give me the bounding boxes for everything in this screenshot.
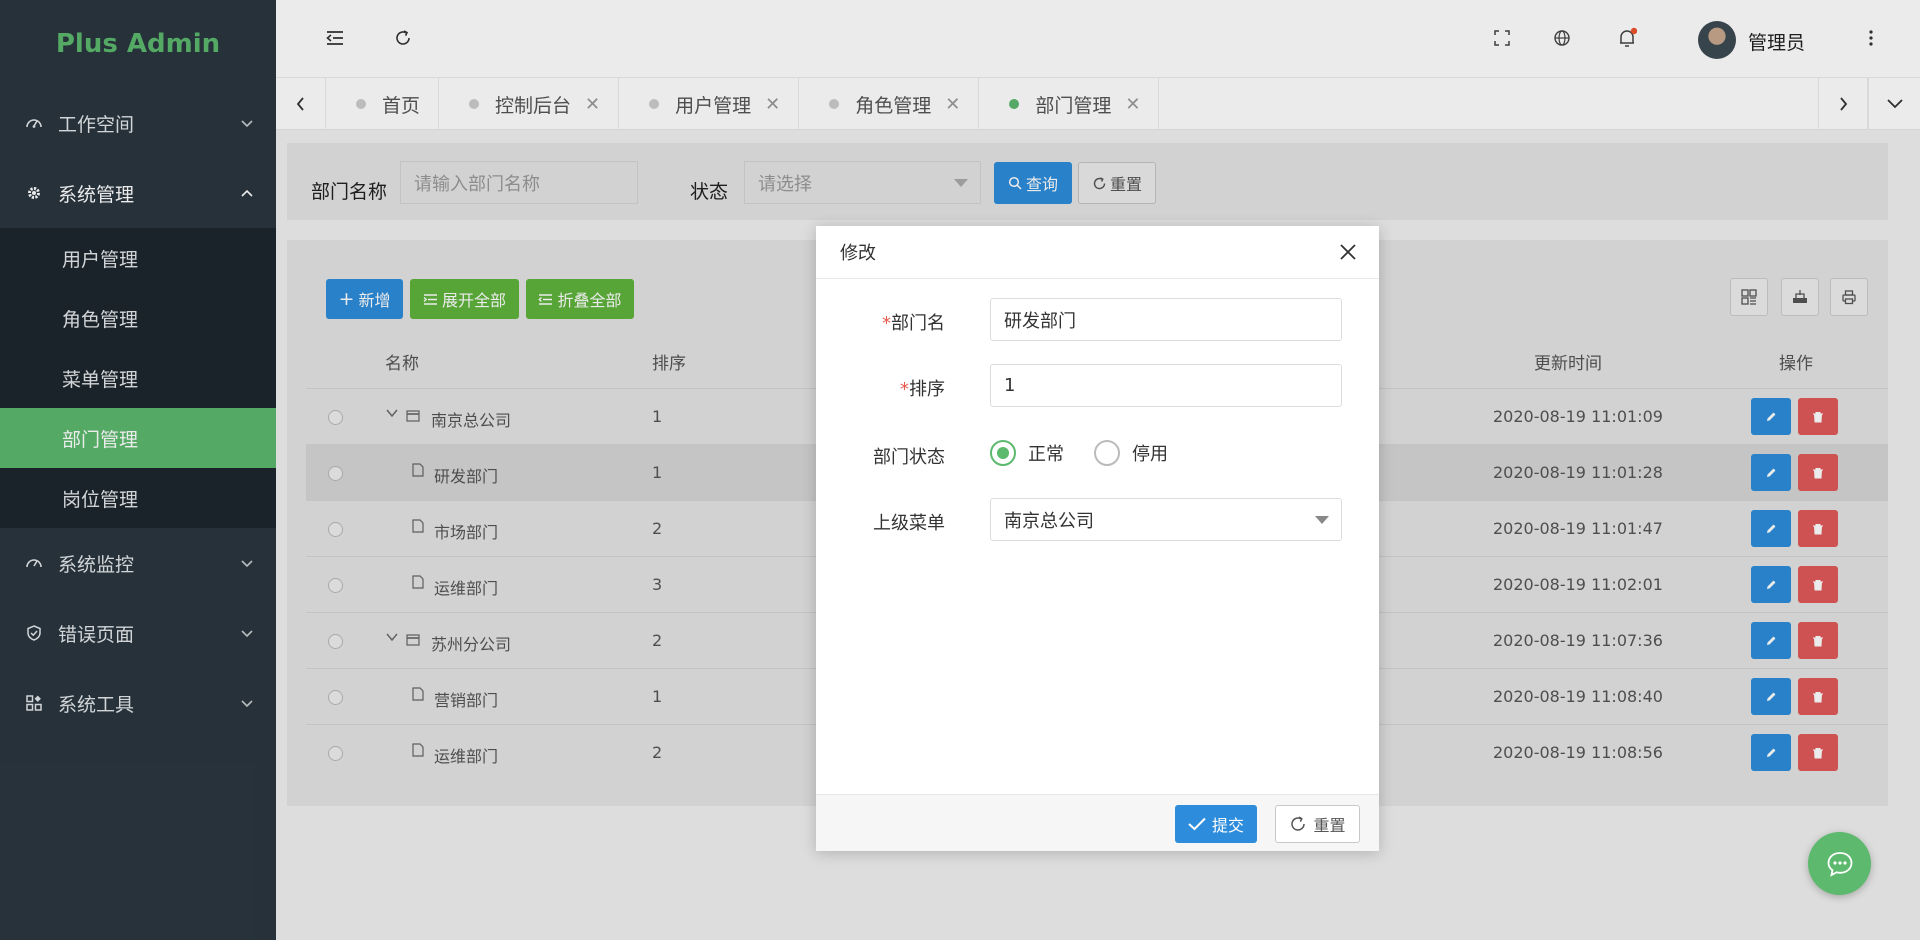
status-normal-radio[interactable] bbox=[990, 440, 1016, 466]
close-icon[interactable] bbox=[1339, 243, 1359, 263]
dept-name-field-label: *部门名 bbox=[882, 313, 945, 334]
dialog-footer: 提交 重置 bbox=[816, 794, 1379, 851]
dialog-header: 修改 bbox=[816, 226, 1379, 279]
status-radio-group: 正常 停用 bbox=[990, 440, 1168, 466]
refresh-icon bbox=[1291, 816, 1306, 831]
status-field-label: 部门状态 bbox=[873, 447, 945, 468]
sort-field[interactable]: 1 bbox=[990, 364, 1342, 407]
caret-down-icon bbox=[1315, 516, 1329, 524]
dept-name-field[interactable]: 研发部门 bbox=[990, 298, 1342, 341]
edit-dialog: 修改 *部门名 研发部门 *排序 1 部门状态 正常 停用 上级菜单 南京总公司… bbox=[816, 226, 1379, 851]
status-disabled-radio[interactable] bbox=[1094, 440, 1120, 466]
submit-button[interactable]: 提交 bbox=[1175, 805, 1257, 843]
chat-button[interactable] bbox=[1808, 832, 1871, 895]
status-disabled-label[interactable]: 停用 bbox=[1132, 440, 1168, 466]
parent-field-label: 上级菜单 bbox=[873, 513, 945, 534]
status-normal-label[interactable]: 正常 bbox=[1028, 440, 1064, 466]
parent-select[interactable]: 南京总公司 bbox=[990, 498, 1342, 541]
submit-button-label: 提交 bbox=[1211, 816, 1244, 835]
chat-icon bbox=[1827, 851, 1852, 877]
dialog-reset-label: 重置 bbox=[1313, 816, 1346, 835]
dialog-title: 修改 bbox=[840, 243, 876, 264]
check-icon bbox=[1188, 817, 1206, 831]
dialog-reset-button[interactable]: 重置 bbox=[1275, 805, 1360, 843]
parent-select-value: 南京总公司 bbox=[1004, 510, 1094, 532]
sort-field-label: *排序 bbox=[900, 379, 945, 400]
